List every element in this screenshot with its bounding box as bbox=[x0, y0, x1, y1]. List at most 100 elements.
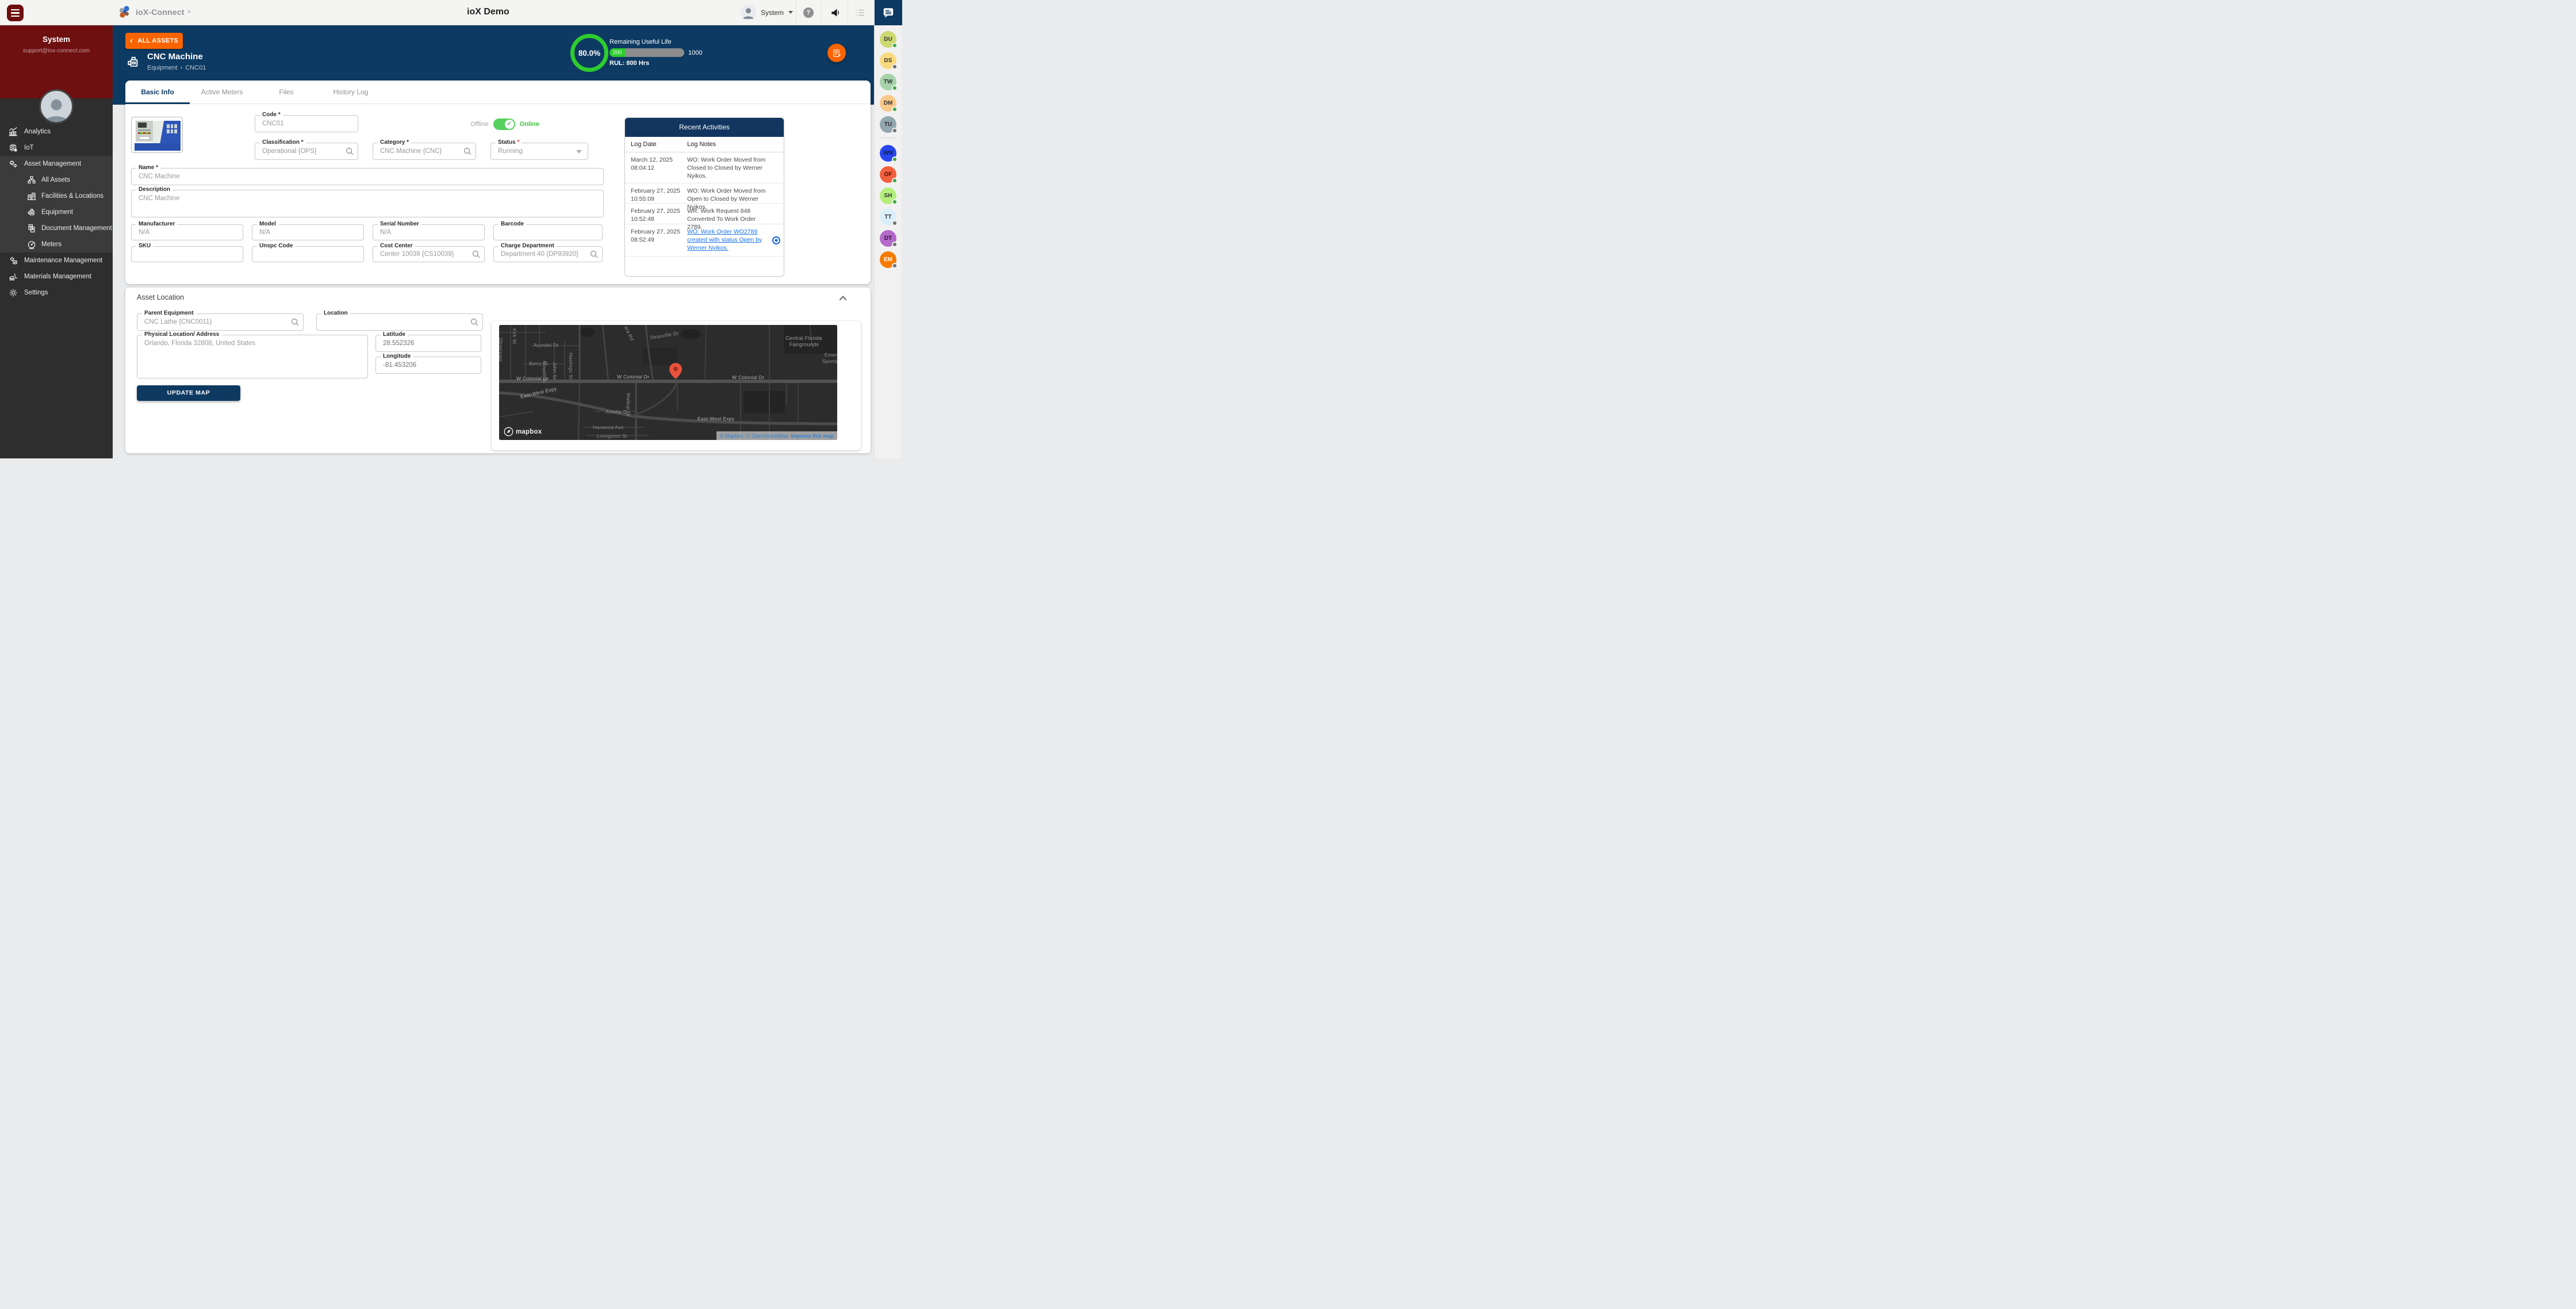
recent-activities-header-row: Log Date Log Notes bbox=[625, 137, 784, 152]
main-content: ‹ ALL ASSETS CNC Machine Equipment›CNC01… bbox=[113, 25, 874, 458]
toggle-knob: ✓ bbox=[505, 120, 514, 129]
description-field[interactable]: Description CNC Machine bbox=[131, 190, 604, 217]
osm-attribution-link[interactable]: © OpenStreetMap bbox=[746, 433, 788, 439]
avatar[interactable]: DT bbox=[880, 230, 896, 247]
avatar[interactable]: OF bbox=[880, 166, 896, 183]
tab-active-meters[interactable]: Active Meters bbox=[190, 81, 254, 104]
map[interactable]: Observato Kirk St Arundel Dr Nowell St J… bbox=[499, 325, 837, 440]
name-field[interactable]: Name * CNC Machine bbox=[131, 168, 604, 185]
sidebar-item-meters[interactable]: Meters bbox=[0, 236, 113, 252]
sku-field[interactable]: SKU bbox=[131, 246, 243, 262]
rul-progress-value: 200 bbox=[610, 48, 625, 57]
avatar[interactable]: EM bbox=[880, 251, 896, 268]
avatar[interactable]: SH bbox=[880, 187, 896, 204]
parent-equipment-field[interactable]: Parent Equipment CNC Lathe {CNC0011} bbox=[137, 313, 304, 331]
user-avatar bbox=[741, 5, 756, 20]
buildings-icon bbox=[26, 191, 37, 201]
sidebar-avatar[interactable] bbox=[39, 89, 74, 124]
active-tab-indicator bbox=[125, 102, 190, 104]
chat-rail: DU DS TW DM TU WN OF SH TT DT EM bbox=[874, 0, 902, 458]
serial-number-field[interactable]: Serial Number N/A bbox=[373, 224, 485, 240]
sidebar-user-email: support@iox-connect.com bbox=[0, 44, 113, 54]
manufacturer-field[interactable]: Manufacturer N/A bbox=[131, 224, 243, 240]
classification-field[interactable]: Classification * Operational {OPS} bbox=[255, 143, 358, 160]
unspc-code-field[interactable]: Unspc Code bbox=[252, 246, 364, 262]
sidebar-item-all-assets[interactable]: All Assets bbox=[0, 172, 113, 188]
sidebar-item-facilities-locations[interactable]: Facilities & Locations bbox=[0, 188, 113, 204]
eye-icon[interactable] bbox=[772, 236, 781, 245]
avatar[interactable]: TU bbox=[880, 116, 896, 133]
all-assets-back-button[interactable]: ‹ ALL ASSETS bbox=[125, 33, 183, 49]
status-select[interactable]: Status * Running bbox=[490, 143, 588, 160]
gears-icon bbox=[8, 159, 18, 169]
sidebar-group-asset-management: Asset Management All Assets Facilities &… bbox=[0, 156, 113, 252]
status-dot bbox=[892, 263, 898, 269]
avatar[interactable]: TW bbox=[880, 74, 896, 90]
status-dot bbox=[892, 85, 898, 91]
hamburger-menu-button[interactable] bbox=[7, 5, 24, 21]
category-field[interactable]: Category * CNC Machine {CNC} bbox=[373, 143, 476, 160]
breadcrumb-parent[interactable]: Equipment bbox=[147, 64, 178, 71]
tab-files[interactable]: Files bbox=[254, 81, 319, 104]
search-icon[interactable] bbox=[345, 147, 354, 156]
gauge-icon bbox=[26, 239, 37, 250]
avatar[interactable]: DS bbox=[880, 52, 896, 69]
work-order-link[interactable]: WO: Work Order WO2789 created with statu… bbox=[687, 228, 771, 252]
longitude-field[interactable]: Longitude -81.453206 bbox=[375, 357, 481, 374]
sidebar-item-materials-management[interactable]: Materials Management bbox=[0, 269, 113, 285]
model-field[interactable]: Model N/A bbox=[252, 224, 364, 240]
cost-center-field[interactable]: Cost Center Center 10039 {CS10039} bbox=[373, 246, 485, 262]
status-dot bbox=[892, 242, 898, 247]
column-log-notes: Log Notes bbox=[687, 141, 716, 148]
improve-map-link[interactable]: Improve this map bbox=[791, 433, 834, 439]
tab-history-log[interactable]: History Log bbox=[319, 81, 383, 104]
user-menu[interactable]: System bbox=[741, 5, 793, 20]
search-icon[interactable] bbox=[471, 250, 481, 259]
location-field[interactable]: Location bbox=[316, 313, 483, 331]
app-logo-icon bbox=[117, 5, 132, 20]
charge-department-field[interactable]: Charge Department Department 40 {DP93920… bbox=[493, 246, 603, 262]
update-map-button[interactable]: UPDATE MAP bbox=[137, 385, 240, 401]
app-logo-text: ioX-Connect bbox=[136, 7, 185, 17]
online-toggle[interactable]: ✓ bbox=[493, 118, 515, 130]
search-icon[interactable] bbox=[463, 147, 472, 156]
announcements-icon[interactable] bbox=[830, 7, 841, 21]
sidebar-item-asset-management[interactable]: Asset Management bbox=[0, 156, 113, 172]
mapbox-logo[interactable]: mapbox bbox=[504, 427, 542, 437]
task-list-icon[interactable] bbox=[855, 7, 865, 21]
map-marker-icon bbox=[669, 363, 682, 379]
code-field[interactable]: Code * CNC01 bbox=[255, 115, 358, 132]
breadcrumb: Equipment›CNC01 bbox=[147, 64, 206, 71]
search-icon[interactable] bbox=[589, 250, 599, 259]
sidebar-item-settings[interactable]: Settings bbox=[0, 285, 113, 301]
sidebar-item-analytics[interactable]: Analytics bbox=[0, 124, 113, 140]
tab-bar: Basic Info Active Meters Files History L… bbox=[125, 81, 871, 104]
chat-icon[interactable] bbox=[875, 0, 902, 25]
gear-icon bbox=[8, 288, 18, 298]
avatar[interactable]: DU bbox=[880, 31, 896, 48]
asset-detail-card: Basic Info Active Meters Files History L… bbox=[125, 81, 871, 284]
status-dot bbox=[892, 43, 898, 48]
rul-progress-bar: 200 bbox=[610, 48, 684, 57]
edit-notes-button[interactable] bbox=[827, 44, 846, 62]
online-label: Online bbox=[520, 121, 539, 128]
search-icon[interactable] bbox=[470, 317, 479, 327]
asset-photo[interactable] bbox=[131, 117, 183, 153]
latitude-field[interactable]: Latitude 28.552326 bbox=[375, 335, 481, 352]
barcode-field[interactable]: Barcode bbox=[493, 224, 603, 240]
status-dot bbox=[892, 106, 898, 112]
online-status-toggle-row: Offline ✓ Online bbox=[470, 118, 539, 130]
search-icon[interactable] bbox=[290, 317, 300, 327]
sidebar-item-maintenance-management[interactable]: Maintenance Management bbox=[0, 252, 113, 269]
help-icon[interactable]: ? bbox=[803, 7, 814, 18]
avatar[interactable]: WN bbox=[880, 145, 896, 162]
tab-basic-info[interactable]: Basic Info bbox=[125, 81, 190, 104]
sidebar-item-document-management[interactable]: Document Management bbox=[0, 220, 113, 236]
avatar[interactable]: TT bbox=[880, 209, 896, 225]
chevron-up-icon[interactable] bbox=[837, 292, 849, 304]
sidebar-item-equipment[interactable]: Equipment bbox=[0, 204, 113, 220]
physical-address-field[interactable]: Physical Location/ Address Orlando, Flor… bbox=[137, 335, 368, 378]
avatar[interactable]: DM bbox=[880, 95, 896, 112]
sidebar-item-iot[interactable]: IoT bbox=[0, 140, 113, 156]
mapbox-attribution-link[interactable]: © Mapbox bbox=[720, 433, 743, 439]
